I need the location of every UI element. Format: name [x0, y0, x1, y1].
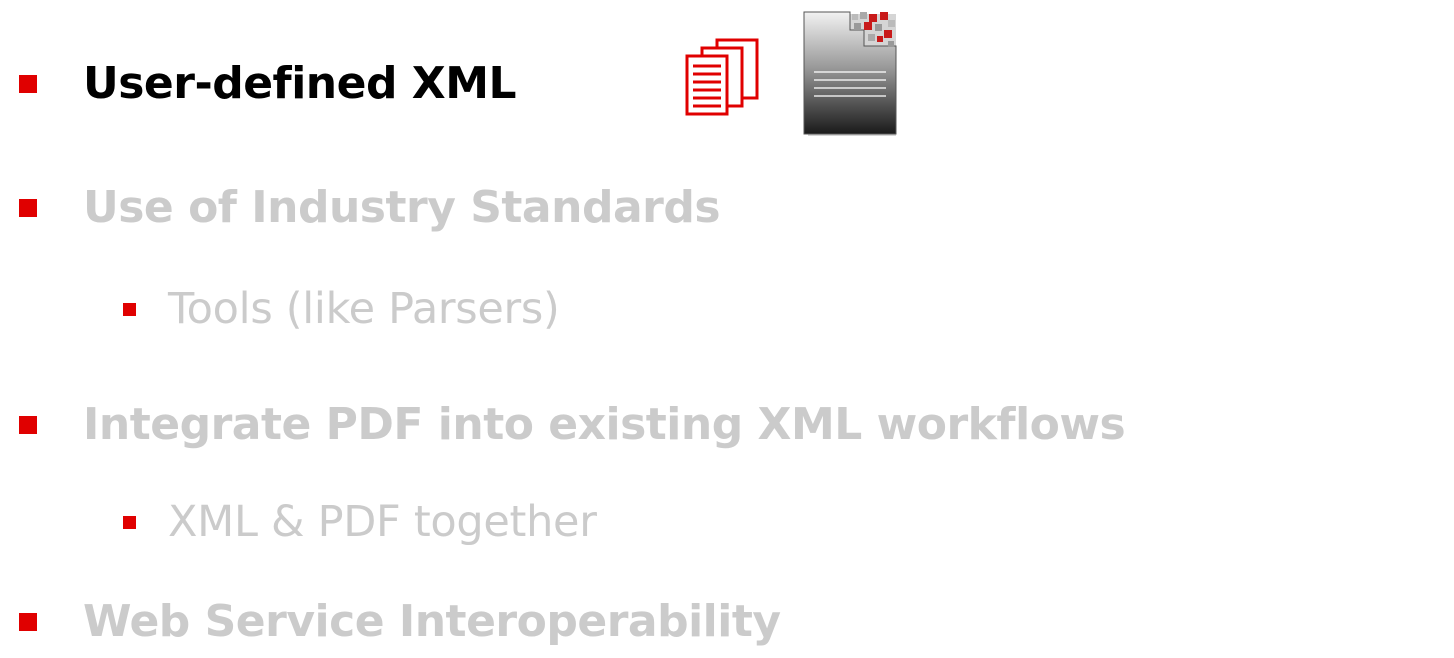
- bullet-item-user-defined-xml: User-defined XML: [19, 58, 517, 109]
- bullet-item-integrate-pdf: Integrate PDF into existing XML workflow…: [19, 399, 1126, 450]
- bullet-item-industry-standards: Use of Industry Standards: [19, 182, 721, 233]
- bullet-text: Integrate PDF into existing XML workflow…: [83, 399, 1126, 450]
- sub-bullet-square: [123, 516, 136, 529]
- sub-bullet-text: Tools (like Parsers): [168, 284, 560, 334]
- sub-bullet-item-tools: Tools (like Parsers): [123, 288, 560, 331]
- sub-bullet-square: [123, 303, 136, 316]
- bullet-item-web-service: Web Service Interoperability: [19, 600, 781, 644]
- bullet-text: User-defined XML: [83, 58, 517, 109]
- bullet-square: [19, 75, 37, 93]
- sub-bullet-text: XML & PDF together: [168, 497, 597, 547]
- bullet-text: Use of Industry Standards: [83, 182, 721, 233]
- slide: User-defined XML Use of Industry Standar…: [0, 0, 1454, 658]
- xml-document-icon: [803, 11, 897, 136]
- bullet-square: [19, 416, 37, 434]
- bullet-square: [19, 613, 37, 631]
- sub-bullet-item-xml-pdf-together: XML & PDF together: [123, 501, 597, 544]
- bullet-square: [19, 199, 37, 217]
- documents-stack-icon: [685, 38, 759, 116]
- bullet-text: Web Service Interoperability: [83, 596, 781, 647]
